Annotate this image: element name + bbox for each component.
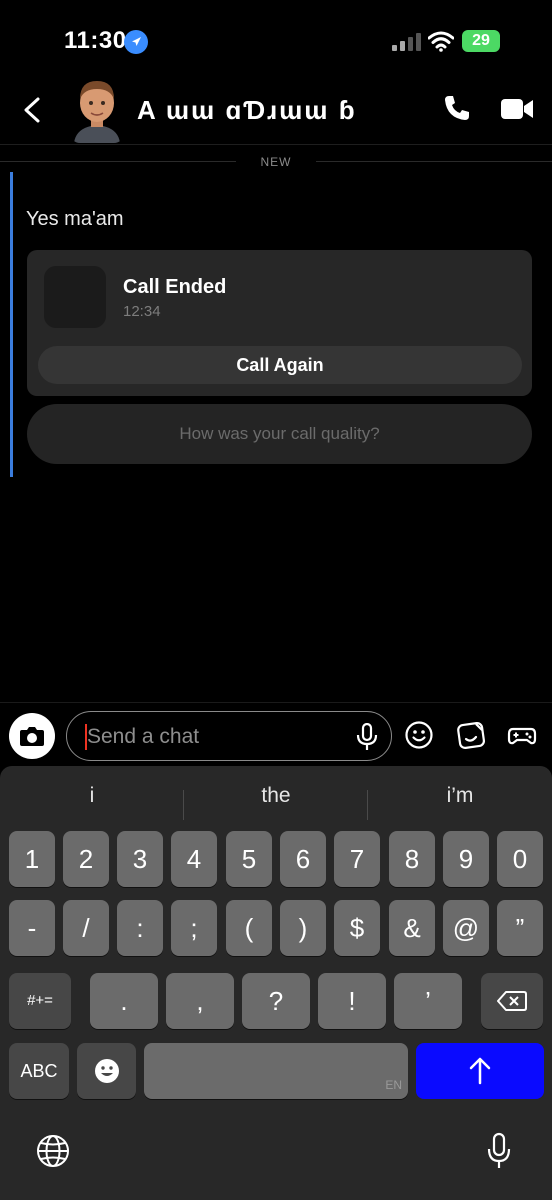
key[interactable]: 4	[171, 831, 217, 887]
symbols-toggle-key[interactable]: #+=	[9, 973, 71, 1029]
backspace-icon	[497, 991, 527, 1011]
emoji-icon[interactable]	[404, 720, 434, 750]
key[interactable]: 5	[226, 831, 272, 887]
suggestion-1[interactable]: i	[0, 784, 184, 808]
key[interactable]: :	[117, 900, 163, 956]
key[interactable]: ,	[166, 973, 234, 1029]
key[interactable]: ’	[394, 973, 462, 1029]
call-title: Call Ended	[123, 276, 227, 298]
key[interactable]: 3	[117, 831, 163, 887]
wifi-icon	[427, 30, 455, 52]
battery-level: 29	[472, 32, 490, 49]
dictation-mic-icon[interactable]	[486, 1132, 512, 1170]
space-language-label: EN	[385, 1078, 402, 1092]
divider-line-right	[316, 161, 552, 162]
phone-icon[interactable]	[442, 93, 472, 123]
status-time: 11:30	[64, 27, 127, 54]
space-key[interactable]: EN	[144, 1043, 408, 1099]
sticker-icon[interactable]	[456, 720, 486, 750]
mic-icon[interactable]	[354, 722, 380, 751]
suggestion-bar: i the i’m	[0, 776, 552, 820]
keyboard: i the i’m 1 2 3 4 5 6 7 8 9 0 - / : ; ( …	[0, 766, 552, 1200]
camera-icon	[20, 727, 44, 746]
key[interactable]: !	[318, 973, 386, 1029]
location-arrow-icon	[124, 30, 148, 54]
call-again-button[interactable]: Call Again	[38, 346, 522, 384]
chat-input[interactable]: Send a chat	[66, 711, 392, 761]
avatar[interactable]	[70, 75, 124, 143]
key[interactable]: )	[280, 900, 326, 956]
chat-input-placeholder: Send a chat	[87, 725, 200, 748]
key[interactable]: &	[389, 900, 435, 956]
key[interactable]: ?	[242, 973, 310, 1029]
key[interactable]: 6	[280, 831, 326, 887]
key[interactable]: ”	[497, 900, 543, 956]
key[interactable]: 2	[63, 831, 109, 887]
call-time: 12:34	[123, 303, 161, 320]
call-quality-button[interactable]: How was your call quality?	[27, 404, 532, 464]
key[interactable]: .	[90, 973, 158, 1029]
status-bar: 11:30 29	[0, 0, 552, 80]
call-card: Call Ended 12:34 Call Again	[27, 250, 532, 396]
backspace-key[interactable]	[481, 973, 543, 1029]
suggestion-2[interactable]: the	[184, 784, 368, 808]
arrow-up-icon	[469, 1057, 491, 1085]
key[interactable]: ;	[171, 900, 217, 956]
abc-key[interactable]: ABC	[9, 1043, 69, 1099]
camera-button[interactable]	[9, 713, 55, 759]
contact-name[interactable]: A ɯɯ ɑƊɹɯɯ ɓ	[137, 95, 357, 126]
chat-input-bar: Send a chat	[0, 702, 552, 766]
battery-indicator: 29	[462, 30, 500, 52]
chat-header: A ɯɯ ɑƊɹɯɯ ɓ	[0, 75, 552, 145]
key[interactable]: 8	[389, 831, 435, 887]
suggestion-3[interactable]: i’m	[368, 784, 552, 808]
key[interactable]: 0	[497, 831, 543, 887]
key[interactable]: /	[63, 900, 109, 956]
emoji-icon	[94, 1059, 119, 1083]
divider-label: NEW	[260, 155, 292, 169]
key[interactable]: 1	[9, 831, 55, 887]
globe-icon[interactable]	[36, 1134, 70, 1168]
message-accent-bar	[10, 172, 13, 477]
key[interactable]: @	[443, 900, 489, 956]
key[interactable]: (	[226, 900, 272, 956]
chat-message[interactable]: Yes ma'am	[26, 208, 124, 231]
key[interactable]: 7	[334, 831, 380, 887]
key[interactable]: $	[334, 900, 380, 956]
video-icon[interactable]	[500, 95, 534, 123]
key[interactable]: 9	[443, 831, 489, 887]
new-messages-divider: NEW	[0, 152, 552, 172]
back-icon[interactable]	[20, 93, 44, 127]
key[interactable]: -	[9, 900, 55, 956]
cellular-signal-icon	[392, 33, 422, 51]
game-icon[interactable]	[507, 720, 537, 750]
call-thumbnail	[44, 266, 106, 328]
emoji-key[interactable]	[77, 1043, 136, 1099]
send-key[interactable]	[416, 1043, 544, 1099]
